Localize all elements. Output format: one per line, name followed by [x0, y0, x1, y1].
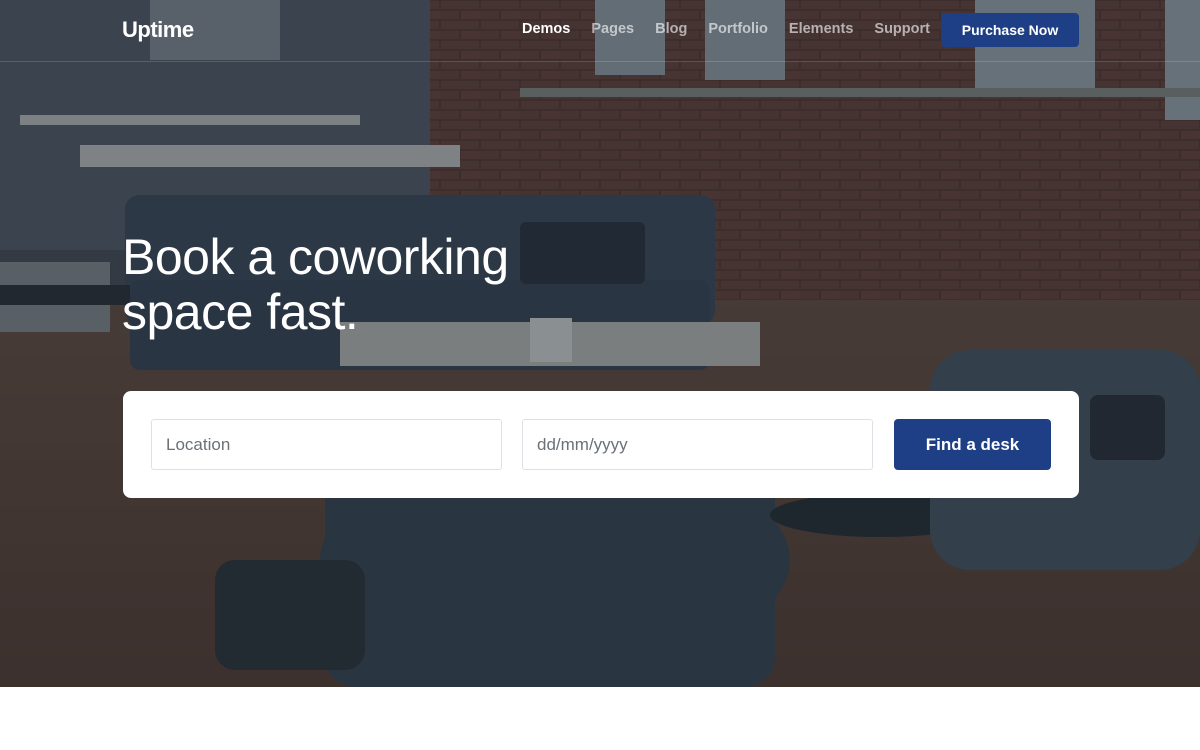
hero-title-line-2: space fast.	[122, 284, 359, 340]
purchase-now-button[interactable]: Purchase Now	[941, 13, 1079, 47]
search-card: Find a desk	[123, 391, 1079, 498]
hero-title-line-1: Book a coworking	[122, 229, 509, 285]
hero-title: Book a coworking space fast.	[122, 230, 682, 340]
nav-menu: Demos Pages Blog Portfolio Elements Supp…	[522, 21, 951, 37]
nav-item-demos[interactable]: Demos	[522, 21, 570, 37]
hero-overlay	[0, 0, 1200, 687]
hero-section: Uptime Demos Pages Blog Portfolio Elemen…	[0, 0, 1200, 687]
brand-logo[interactable]: Uptime	[122, 17, 194, 43]
nav-item-support[interactable]: Support	[874, 21, 930, 37]
nav-item-portfolio[interactable]: Portfolio	[708, 21, 768, 37]
find-a-desk-button[interactable]: Find a desk	[894, 419, 1051, 470]
date-input[interactable]	[522, 419, 873, 470]
nav-item-blog[interactable]: Blog	[655, 21, 687, 37]
nav-item-pages[interactable]: Pages	[591, 21, 634, 37]
nav-item-elements[interactable]: Elements	[789, 21, 853, 37]
top-navigation: Uptime Demos Pages Blog Portfolio Elemen…	[0, 0, 1200, 62]
location-input[interactable]	[151, 419, 502, 470]
